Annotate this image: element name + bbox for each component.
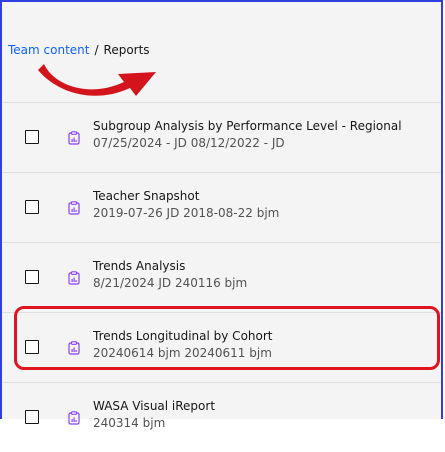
report-title[interactable]: WASA Visual iReport: [93, 399, 215, 413]
highlight-annotation-box: [14, 306, 440, 370]
breadcrumb: Team content / Reports: [8, 43, 150, 57]
report-title[interactable]: Teacher Snapshot: [93, 189, 199, 203]
curved-arrow-annotation: [38, 64, 156, 96]
report-row[interactable]: WASA Visual iReport 240314 bjm: [2, 382, 441, 452]
report-subtitle: 2019-07-26 JD 2018-08-22 bjm: [93, 206, 280, 220]
report-icon: [68, 131, 80, 145]
breadcrumb-team-content-link[interactable]: Team content: [8, 43, 89, 57]
report-title[interactable]: Trends Analysis: [93, 259, 185, 273]
row-checkbox[interactable]: [25, 270, 39, 284]
page-header: Team content / Reports: [2, 2, 441, 102]
report-row[interactable]: Subgroup Analysis by Performance Level -…: [2, 102, 441, 172]
report-subtitle: 240314 bjm: [93, 416, 166, 430]
report-subtitle: 07/25/2024 - JD 08/12/2022 - JD: [93, 136, 285, 150]
report-icon: [68, 411, 80, 425]
report-icon: [68, 271, 80, 285]
report-row[interactable]: Trends Analysis 8/21/2024 JD 240116 bjm: [2, 242, 441, 312]
breadcrumb-current-reports: Reports: [103, 43, 150, 57]
report-subtitle: 8/21/2024 JD 240116 bjm: [93, 276, 248, 290]
report-row[interactable]: Teacher Snapshot 2019-07-26 JD 2018-08-2…: [2, 172, 441, 242]
report-title[interactable]: Subgroup Analysis by Performance Level -…: [93, 119, 402, 133]
reports-list: Subgroup Analysis by Performance Level -…: [2, 102, 441, 430]
row-checkbox[interactable]: [25, 130, 39, 144]
report-icon: [68, 201, 80, 215]
row-checkbox[interactable]: [25, 410, 39, 424]
breadcrumb-separator: /: [94, 43, 99, 57]
row-checkbox[interactable]: [25, 200, 39, 214]
